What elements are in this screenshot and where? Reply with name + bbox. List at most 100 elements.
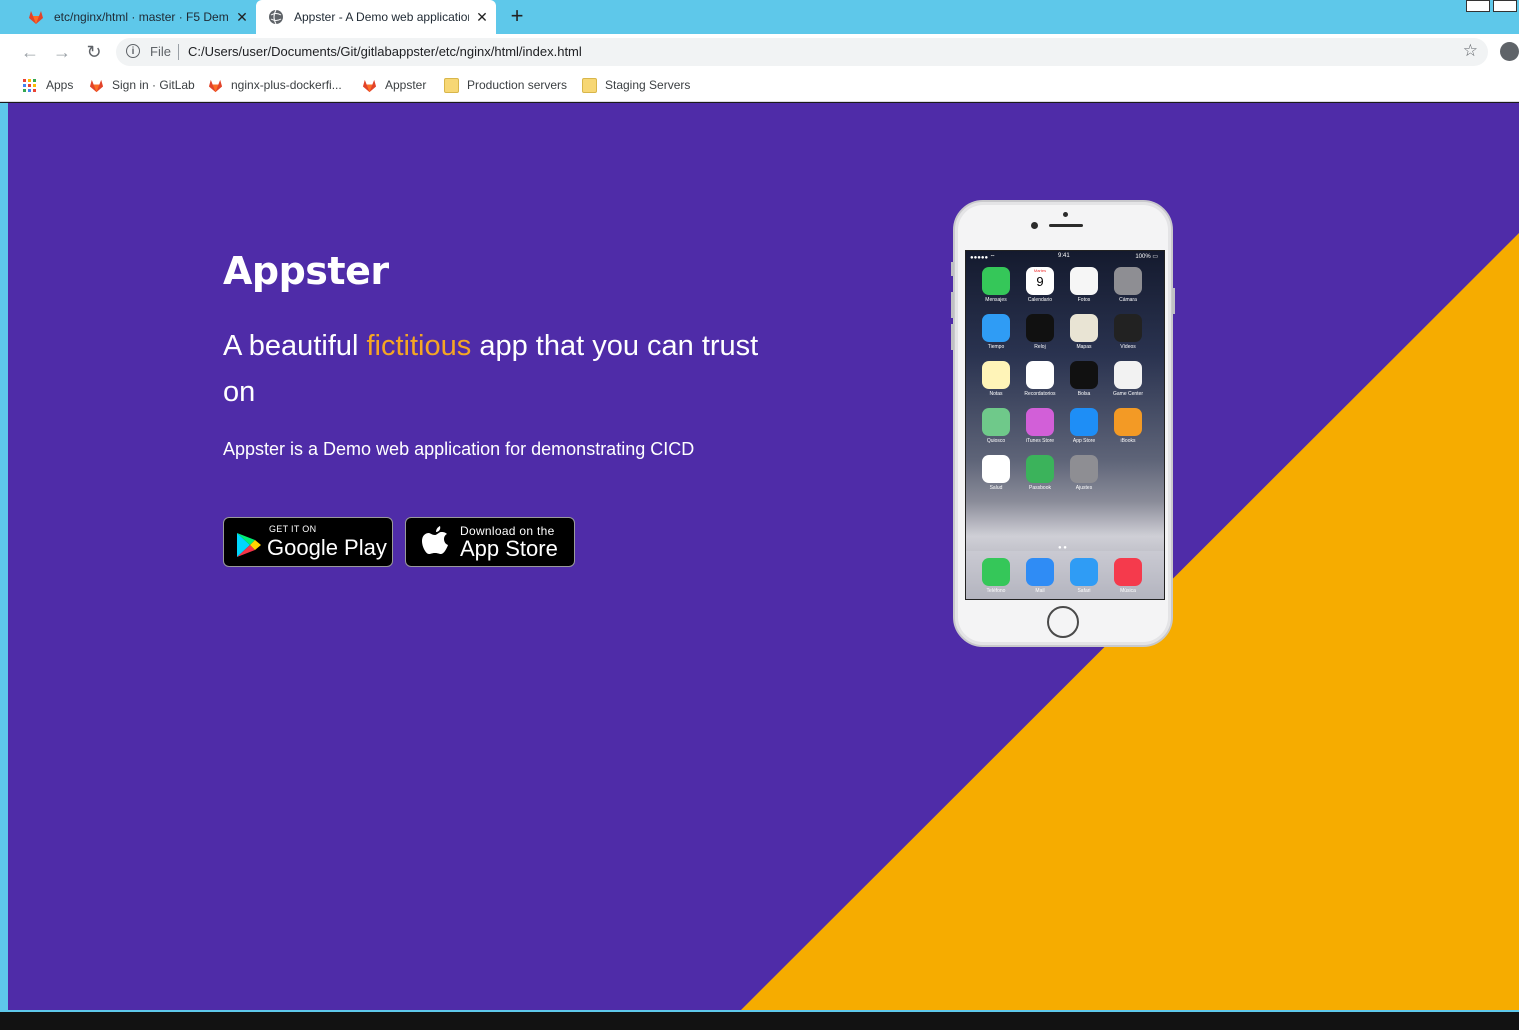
profile-avatar-icon[interactable] [1500, 42, 1519, 61]
minimize-button[interactable] [1466, 0, 1490, 12]
gitlab-icon [29, 11, 43, 24]
tab-gitlab[interactable]: etc/nginx/html · master · F5 Demo ✕ [16, 0, 256, 34]
bookmark-staging-servers[interactable]: Staging Servers [582, 76, 690, 94]
gitlab-icon [362, 79, 377, 92]
close-tab-icon[interactable]: ✕ [235, 9, 249, 26]
phone-app-icon [1070, 314, 1098, 342]
tab-appster[interactable]: Appster - A Demo web application ✕ [256, 0, 496, 34]
app-store-label: App Store [460, 536, 558, 561]
home-button [1047, 606, 1079, 638]
dock-app-icon [1026, 558, 1054, 586]
phone-side-button [951, 324, 954, 350]
phone-app-icon: 9 Martes [1026, 267, 1054, 295]
phone-status-bar: ●●●●● ⌔ 9:41 100% ▭ [966, 251, 1164, 261]
dock-app-icon [1114, 558, 1142, 586]
apps-grid-icon [23, 78, 36, 92]
phone-app-label: Quiosco [986, 438, 1006, 444]
phone-app-icon [982, 455, 1010, 483]
bookmark-label: Appster [385, 78, 427, 92]
phone-app-label: Salud [989, 485, 1003, 491]
phone-speaker [1049, 224, 1083, 227]
phone-app-icon [1070, 455, 1098, 483]
bookmark-label: nginx-plus-dockerfi... [231, 78, 342, 92]
phone-app-icon [1070, 267, 1098, 295]
phone-app-label: Reloj [1034, 344, 1046, 350]
bookmark-apps[interactable]: Apps [23, 76, 73, 94]
phone-app-icon [1114, 408, 1142, 436]
phone-app-icon [1070, 361, 1098, 389]
phone-time: 9:41 [1058, 253, 1070, 259]
folder-icon [444, 77, 459, 93]
phone-side-button [951, 262, 954, 276]
phone-side-button [951, 292, 954, 318]
dock-app-label: Música [1120, 588, 1136, 594]
signal-indicator: ●●●●● ⌔ [970, 255, 996, 261]
tab-title: Appster - A Demo web application [294, 10, 469, 24]
phone-app-icon [1114, 361, 1142, 389]
phone-app-label: Notas [989, 391, 1003, 397]
phone-app-icon [982, 267, 1010, 295]
phone-app-icon [1026, 314, 1054, 342]
forward-arrow-icon[interactable]: → [50, 40, 74, 64]
back-arrow-icon[interactable]: ← [18, 40, 42, 64]
headline-part: A beautiful [223, 330, 367, 362]
phone-app-label: Recordatorios [1024, 391, 1056, 397]
phone-dock: Teléfono Mail Safari Música [966, 551, 1164, 599]
phone-camera [1031, 222, 1038, 229]
bookmark-gitlab-signin[interactable]: Sign in · GitLab [89, 76, 195, 94]
reload-icon[interactable]: ↻ [82, 40, 106, 64]
bookmarks-bar: Apps Sign in · GitLab nginx-plus-dockerf… [0, 70, 1519, 102]
appster-landing-page: Appster A beautiful fictitious app that … [8, 103, 1519, 1012]
phone-app-label: Tiempo [987, 344, 1005, 350]
taskbar [0, 1012, 1519, 1030]
folder-icon [582, 77, 597, 93]
bookmark-appster[interactable]: Appster [362, 76, 426, 94]
bookmark-label: Production servers [467, 78, 568, 92]
phone-app-label: iBooks [1120, 438, 1136, 444]
bookmark-nginx-plus[interactable]: nginx-plus-dockerfi... [208, 76, 342, 94]
phone-app-icon [1026, 455, 1054, 483]
info-icon[interactable]: i [126, 44, 140, 58]
phone-app-label: Passbook [1029, 485, 1051, 491]
phone-app-label: Bolsa [1077, 391, 1091, 397]
dock-app-icon [982, 558, 1010, 586]
address-bar[interactable]: i File C:/Users/user/Documents/Git/gitla… [116, 38, 1488, 66]
window-frame-left [0, 103, 8, 1012]
phone-app-icon [1026, 408, 1054, 436]
bookmark-label: Staging Servers [605, 78, 691, 92]
google-play-button[interactable]: GET IT ON Google Play [223, 517, 393, 567]
phone-app-icon [1114, 314, 1142, 342]
iphone-mockup: ●●●●● ⌔ 9:41 100% ▭ Mensajes 9 Martes Calen… [951, 200, 1175, 647]
apple-icon [422, 526, 448, 554]
close-tab-icon[interactable]: ✕ [475, 9, 489, 26]
app-title: Appster [223, 249, 389, 293]
battery-indicator: 100% ▭ [1135, 254, 1158, 260]
phone-app-label: Vídeos [1120, 344, 1136, 350]
bookmark-star-icon[interactable]: ☆ [1463, 41, 1478, 61]
bookmark-label: Sign in · GitLab [112, 78, 195, 92]
phone-app-label: Cámara [1119, 297, 1137, 303]
headline: A beautiful fictitious app that you can … [223, 323, 783, 415]
google-play-icon [237, 533, 261, 557]
gitlab-icon [208, 79, 223, 92]
browser-window: etc/nginx/html · master · F5 Demo ✕ Apps… [0, 0, 1519, 1030]
scheme-label: File [150, 44, 171, 59]
phone-app-label: App Store [1072, 438, 1096, 444]
app-description: Appster is a Demo web application for de… [223, 439, 695, 459]
phone-screen: ●●●●● ⌔ 9:41 100% ▭ Mensajes 9 Martes Calen… [965, 250, 1165, 600]
phone-app-icon [1114, 267, 1142, 295]
bookmark-production-servers[interactable]: Production servers [444, 76, 567, 94]
phone-app-label: iTunes Store [1025, 438, 1055, 444]
tab-strip: etc/nginx/html · master · F5 Demo ✕ Apps… [0, 0, 1519, 34]
headline-highlight: fictitious [366, 330, 472, 362]
google-play-small: GET IT ON [269, 524, 317, 534]
phone-app-label: Ajustes [1075, 485, 1093, 491]
new-tab-button[interactable]: + [506, 4, 528, 28]
bookmark-label: Apps [46, 78, 74, 92]
app-store-button[interactable]: Download on the App Store [405, 517, 575, 567]
url-text[interactable]: C:/Users/user/Documents/Git/gitlabappste… [188, 44, 582, 59]
phone-app-icon [982, 408, 1010, 436]
maximize-button[interactable] [1493, 0, 1517, 12]
phone-app-label: Mapas [1076, 344, 1092, 350]
globe-icon [269, 9, 283, 25]
